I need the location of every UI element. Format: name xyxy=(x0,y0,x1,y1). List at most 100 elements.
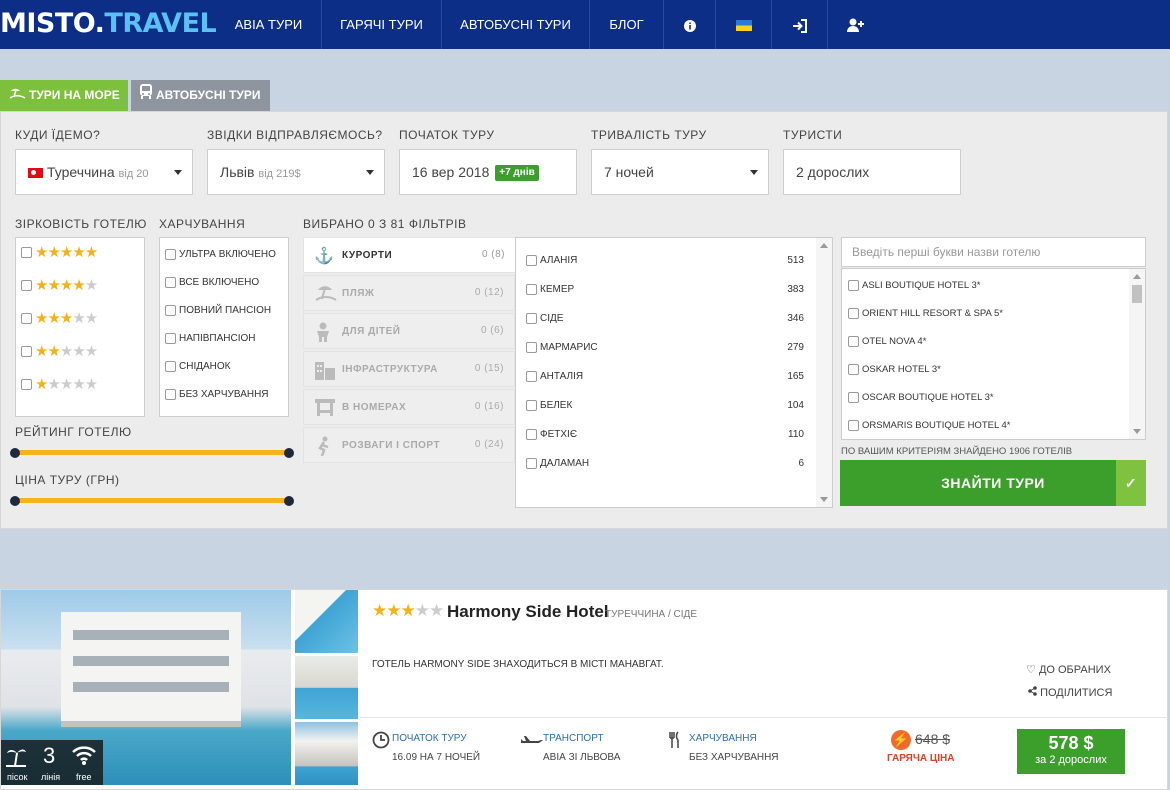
rating-label: РЕЙТИНГ ГОТЕЛЮ xyxy=(15,425,132,439)
price-slider-track[interactable] xyxy=(15,498,289,503)
transport-value: АВІА ЗІ ЛЬВОВА xyxy=(543,752,621,763)
hotel-list: ASLI BOUTIQUE HOTEL 3* ORIENT HILL RESOR… xyxy=(841,268,1146,440)
list-item[interactable]: АНТАЛІЯ 165 xyxy=(516,362,832,391)
food-label: ХАРЧУВАННЯ xyxy=(689,733,757,744)
hotel-description: ГОТЕЛЬ HARMONY SIDE ЗНАХОДИТЬСЯ В МІСТІ … xyxy=(372,659,664,670)
nav-bus-tours[interactable]: АВТОБУСНІ ТУРИ xyxy=(442,0,590,49)
list-item[interactable]: OSKAR HOTEL 3* xyxy=(842,356,1145,384)
palm-icon xyxy=(5,745,27,772)
list-item[interactable]: АЛАНІЯ 513 xyxy=(516,246,832,275)
hotel-location: ТУРЕЧЧИНА / СІДЕ xyxy=(605,609,697,620)
share-button[interactable]: ПОДІЛИТИСЯ xyxy=(1028,686,1112,699)
price-slider-min-handle[interactable] xyxy=(10,496,20,506)
chevron-down-icon xyxy=(174,170,182,175)
list-item[interactable]: ASLI BOUTIQUE HOTEL 3* xyxy=(842,272,1145,300)
price-note: за 2 дорослих xyxy=(1035,754,1107,766)
check-icon: ✓ xyxy=(1116,460,1146,506)
start-date-input[interactable]: 16 вер 2018 +7 днів xyxy=(399,149,577,195)
nav-blog[interactable]: БЛОГ xyxy=(590,0,664,49)
tourists-select[interactable]: 2 дорослих xyxy=(783,149,961,195)
destination-select[interactable]: Туреччина від 20 xyxy=(15,149,193,195)
list-item[interactable]: ФЕТХІЄ 110 xyxy=(516,420,832,449)
food-option[interactable]: СНІДАНОК xyxy=(160,353,288,381)
list-item[interactable]: ORSMARIS BOUTIQUE HOTEL 4* xyxy=(842,412,1145,440)
child-icon xyxy=(314,322,332,347)
resort-scrollbar[interactable] xyxy=(816,238,832,507)
duration-label: ТРИВАЛІСТЬ ТУРУ xyxy=(591,128,707,142)
food-option[interactable]: БЕЗ ХАРЧУВАННЯ xyxy=(160,381,288,409)
transport-label: ТРАНСПОРТ xyxy=(543,733,604,744)
list-item[interactable]: OTEL NOVA 4* xyxy=(842,328,1145,356)
info-icon[interactable] xyxy=(664,0,716,49)
anchor-icon: ⚓ xyxy=(314,248,335,265)
beach-icon xyxy=(314,284,338,307)
plane-icon xyxy=(520,734,544,752)
tab-sea-tours[interactable]: ТУРИ НА МОРЕ xyxy=(0,80,128,111)
found-count: ПО ВАШИМ КРИТЕРІЯМ ЗНАЙДЕНО 1906 ГОТЕЛІВ xyxy=(841,446,1073,457)
list-item[interactable]: OSCAR BOUTIQUE HOTEL 3* xyxy=(842,384,1145,412)
star-filter-2[interactable]: ★★★★★ xyxy=(21,343,98,371)
hotel-thumbnail[interactable] xyxy=(295,722,358,785)
rating-slider-track[interactable] xyxy=(15,450,289,455)
price-value: 578 $ xyxy=(1048,733,1094,753)
category-resorts[interactable]: ⚓ КУРОРТИ 0 (8) xyxy=(303,237,515,273)
add-to-favorites-button[interactable]: ♡ ДО ОБРАНИХ xyxy=(1026,663,1111,676)
find-tours-button[interactable]: ЗНАЙТИ ТУРИ ✓ xyxy=(840,460,1146,506)
register-icon[interactable] xyxy=(828,0,884,49)
list-item[interactable]: МАРМАРИС 279 xyxy=(516,333,832,362)
hotel-search-input[interactable]: Введіть перші букви назви готелю xyxy=(841,237,1146,267)
nav-hot-tours[interactable]: ГАРЯЧІ ТУРИ xyxy=(322,0,442,49)
price-slider-max-handle[interactable] xyxy=(284,496,294,506)
food-option[interactable]: УЛЬТРА ВКЛЮЧЕНО xyxy=(160,241,288,269)
rating-slider-max-handle[interactable] xyxy=(284,448,294,458)
category-infrastructure[interactable]: ІНФРАСТРУКТУРА 0 (15) xyxy=(303,351,515,387)
nav-avia-tours[interactable]: АВІА ТУРИ xyxy=(216,0,322,49)
stars-filter-label: ЗІРКОВІСТЬ ГОТЕЛЮ xyxy=(15,217,147,231)
food-option[interactable]: НАПІВПАНСІОН xyxy=(160,325,288,353)
login-icon[interactable] xyxy=(772,0,828,49)
selected-filters-label: ВИБРАНО 0 З 81 ФІЛЬТРІВ xyxy=(303,217,467,231)
ukraine-flag-icon[interactable] xyxy=(716,0,772,49)
list-item[interactable]: СІДЕ 346 xyxy=(516,304,832,333)
food-option[interactable]: ПОВНИЙ ПАНСІОН xyxy=(160,297,288,325)
list-item[interactable]: КЕМЕР 383 xyxy=(516,275,832,304)
duration-select[interactable]: 7 ночей xyxy=(591,149,769,195)
category-beach[interactable]: ПЛЯЖ 0 (12) xyxy=(303,275,515,311)
star-filter-4[interactable]: ★★★★★ xyxy=(21,277,98,305)
old-price: 648 $ xyxy=(915,731,951,747)
destination-label: КУДИ ЇДЕМО? xyxy=(15,128,101,142)
hotel-name[interactable]: Harmony Side Hotel xyxy=(447,602,609,622)
list-item[interactable]: ORIENT HILL RESORT & SPA 5* xyxy=(842,300,1145,328)
price-button[interactable]: 578 $ за 2 дорослих xyxy=(1017,729,1125,774)
sport-icon xyxy=(314,436,332,461)
top-navigation: MISTO.TRAVEL АВІА ТУРИ ГАРЯЧІ ТУРИ АВТОБ… xyxy=(0,0,1170,49)
chevron-down-icon xyxy=(366,170,374,175)
star-filter-3[interactable]: ★★★★★ xyxy=(21,310,98,338)
share-icon xyxy=(1028,686,1037,699)
clock-icon xyxy=(372,731,390,754)
tab-bus-tours[interactable]: АВТОБУСНІ ТУРИ xyxy=(131,80,270,111)
rating-slider-min-handle[interactable] xyxy=(10,448,20,458)
food-option[interactable]: ВСЕ ВКЛЮЧЕНО xyxy=(160,269,288,297)
tourists-label: ТУРИСТИ xyxy=(783,128,843,142)
resort-list: АЛАНІЯ 513 КЕМЕР 383 СІДЕ 346 МАРМАРИС 279 А… xyxy=(515,237,833,508)
hotel-thumbnail[interactable] xyxy=(295,590,358,653)
food-filter-label: ХАРЧУВАННЯ xyxy=(159,217,246,231)
site-logo[interactable]: MISTO.TRAVEL xyxy=(0,8,217,39)
category-kids[interactable]: ДЛЯ ДІТЕЙ 0 (6) xyxy=(303,313,515,349)
category-sport[interactable]: РОЗВАГИ І СПОРТ 0 (24) xyxy=(303,427,515,463)
category-rooms[interactable]: В НОМЕРАХ 0 (16) xyxy=(303,389,515,425)
date-range-badge: +7 днів xyxy=(495,165,539,182)
room-icon xyxy=(314,398,336,421)
price-label: ЦІНА ТУРУ (ГРН) xyxy=(15,473,120,487)
list-item[interactable]: БЕЛЕК 104 xyxy=(516,391,832,420)
wifi-icon xyxy=(71,744,97,771)
beach-line: 3 xyxy=(43,743,56,768)
stars-filter-box: ★★★★★ ★★★★★ ★★★★★ ★★★★★ ★★★★★ xyxy=(15,237,145,417)
hotel-scrollbar[interactable] xyxy=(1129,269,1145,439)
departure-select[interactable]: Львів від 219$ xyxy=(207,149,385,195)
star-filter-1[interactable]: ★★★★★ xyxy=(21,376,98,404)
list-item[interactable]: ДАЛАМАН 6 xyxy=(516,449,832,478)
hotel-thumbnail[interactable] xyxy=(295,656,358,719)
star-filter-5[interactable]: ★★★★★ xyxy=(21,244,98,272)
